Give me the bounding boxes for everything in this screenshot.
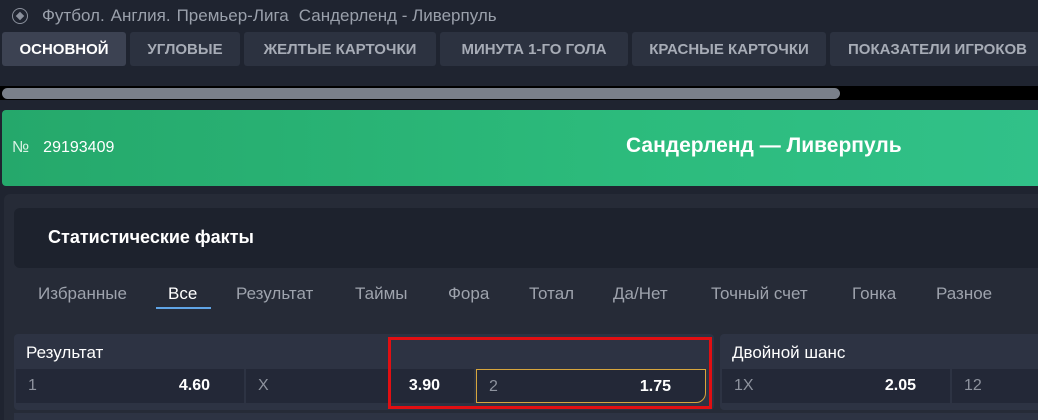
outcome-label: 1X — [734, 377, 754, 394]
breadcrumb-league[interactable]: Премьер-Лига — [177, 6, 289, 26]
outcome-label: 12 — [964, 377, 982, 394]
market-tabs: ОСНОВНОЙ УГЛОВЫЕ ЖЕЛТЫЕ КАРТОЧКИ МИНУТА … — [0, 32, 1038, 68]
active-filter-underline — [156, 307, 211, 309]
event-number-sign: № — [12, 139, 30, 156]
filter-misc[interactable]: Разное — [936, 284, 992, 304]
tabs-scrollbar-thumb[interactable] — [2, 88, 840, 99]
filter-race[interactable]: Гонка — [852, 284, 896, 304]
filter-exact-score[interactable]: Точный счет — [711, 284, 808, 304]
event-number: 29193409 — [43, 139, 115, 156]
outcome-odd: 4.60 — [178, 377, 210, 394]
outcome-1x[interactable]: 1X 2.05 — [722, 369, 950, 403]
event-banner: № 29193409 Сандерленд — Ливерпуль — [2, 110, 1038, 186]
tab-first-goal-minute[interactable]: МИНУТА 1-ГО ГОЛА — [440, 32, 628, 66]
soccer-ball-icon — [12, 8, 28, 24]
breadcrumb: Футбол. Англия. Премьер-Лига Сандерленд … — [0, 0, 1038, 32]
outcome-label: X — [258, 377, 269, 394]
filter-halves[interactable]: Таймы — [355, 284, 407, 304]
outcome-odd: 2.05 — [884, 377, 916, 394]
outcome-12[interactable]: 12 — [952, 369, 1038, 403]
filter-favorites[interactable]: Избранные — [38, 284, 127, 304]
tab-player-stats[interactable]: ПОКАЗАТЕЛИ ИГРОКОВ — [830, 32, 1038, 66]
breadcrumb-country[interactable]: Англия. — [111, 6, 171, 26]
outcome-1[interactable]: 1 4.60 — [16, 369, 244, 403]
filter-total[interactable]: Тотал — [529, 284, 574, 304]
filter-all[interactable]: Все — [168, 284, 197, 304]
statistical-facts-title: Статистические факты — [48, 227, 254, 247]
highlight-box — [388, 337, 712, 409]
breadcrumb-match: Сандерленд - Ливерпуль — [298, 6, 497, 25]
filter-yes-no[interactable]: Да/Нет — [613, 284, 668, 304]
market-double-chance-title: Двойной шанс — [732, 343, 846, 362]
tab-yellow-cards[interactable]: ЖЕЛТЫЕ КАРТОЧКИ — [244, 32, 436, 66]
breadcrumb-sport[interactable]: Футбол. — [42, 6, 105, 26]
event-title: Сандерленд — Ливерпуль — [626, 134, 902, 157]
filter-result[interactable]: Результат — [236, 284, 313, 304]
tab-red-cards[interactable]: КРАСНЫЕ КАРТОЧКИ — [632, 32, 826, 66]
next-market-edge — [14, 413, 1038, 420]
market-result-title: Результат — [26, 343, 104, 362]
tab-main[interactable]: ОСНОВНОЙ — [2, 32, 126, 66]
outcome-label: 1 — [28, 377, 37, 394]
statistical-facts-header[interactable]: Статистические факты — [14, 208, 1038, 268]
tab-corners[interactable]: УГЛОВЫЕ — [130, 32, 240, 66]
filter-handicap[interactable]: Фора — [448, 284, 489, 304]
